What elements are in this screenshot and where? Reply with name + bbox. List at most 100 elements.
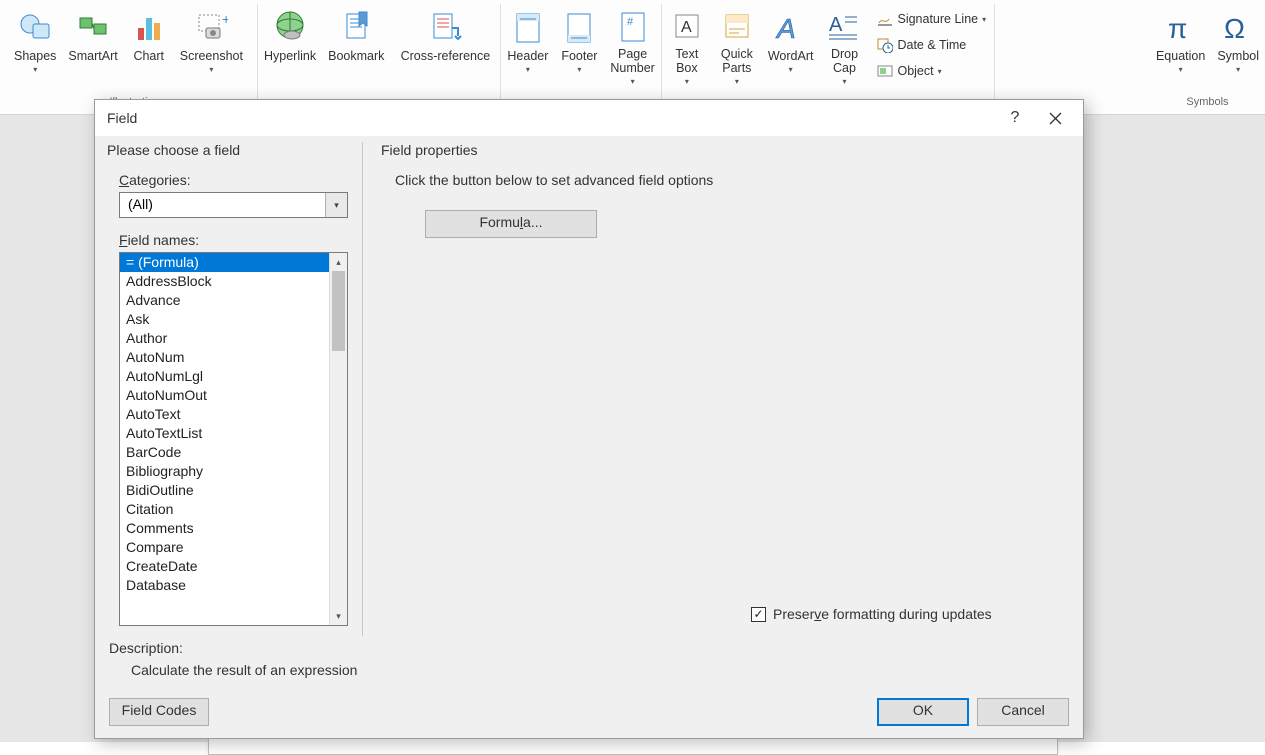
description-label: Description: [109,640,869,656]
header-button[interactable]: Header ▾ [501,4,554,88]
pagenumber-button[interactable]: # Page Number ▾ [604,4,660,88]
hyperlink-button[interactable]: Hyperlink [258,4,322,88]
shapes-button[interactable]: Shapes ▾ [8,4,62,88]
field-codes-button[interactable]: Field Codes [109,698,209,726]
list-item[interactable]: Compare [120,538,329,557]
quickparts-label: Quick Parts [721,47,753,75]
object-icon [877,63,893,79]
chevron-down-icon: ▾ [1179,65,1183,74]
textbox-label: Text Box [675,47,698,75]
smartart-button[interactable]: SmartArt [62,4,123,88]
list-item[interactable]: Advance [120,291,329,310]
list-item[interactable]: Comments [120,519,329,538]
formula-button[interactable]: Formula... [425,210,597,238]
svg-text:#: # [627,16,634,28]
group-illustrations: Shapes ▾ SmartArt Chart + Screenshot [0,4,258,111]
header-icon [513,7,543,47]
dropcap-button[interactable]: A Drop Cap ▾ [819,4,869,88]
choose-field-panel: Please choose a field Categories: (All) … [107,142,363,636]
hyperlink-label: Hyperlink [264,49,316,63]
datetime-button[interactable]: Date & Time [873,32,990,58]
symbol-button[interactable]: Ω Symbol ▾ [1211,4,1265,88]
chevron-down-icon: ▾ [789,65,793,74]
list-item[interactable]: AutoNum [120,348,329,367]
screenshot-label: Screenshot [180,49,243,63]
crossref-button[interactable]: Cross-reference [390,4,500,88]
fieldnames-list[interactable]: = (Formula)AddressBlockAdvanceAskAuthorA… [119,252,348,626]
list-item[interactable]: AutoText [120,405,329,424]
crossref-label: Cross-reference [401,49,491,63]
fieldnames-label: Field names: [119,232,348,248]
svg-text:+: + [222,11,228,27]
description-text: Calculate the result of an expression [131,662,869,678]
help-button[interactable]: ? [995,103,1035,133]
close-button[interactable] [1035,103,1075,133]
categories-combo[interactable]: (All) ▾ [119,192,348,218]
equation-button[interactable]: π Equation ▾ [1150,4,1211,88]
preserve-checkbox[interactable]: ✓ [751,607,766,622]
list-item[interactable]: AutoNumLgl [120,367,329,386]
datetime-label: Date & Time [897,38,966,52]
chevron-down-icon: ▾ [735,77,739,86]
properties-heading: Field properties [381,142,1071,158]
smartart-icon [76,7,110,47]
list-item[interactable]: Database [120,576,329,595]
dialog-bottom: Description: Calculate the result of an … [95,636,1083,738]
list-item[interactable]: BidiOutline [120,481,329,500]
scrollbar[interactable]: ▴ ▾ [329,253,347,625]
chevron-down-icon: ▾ [1236,65,1240,74]
crossref-icon [428,7,462,47]
svg-text:Ω: Ω [1224,13,1245,44]
dropcap-label: Drop Cap [831,47,858,75]
shapes-label: Shapes [14,49,56,63]
close-icon [1049,112,1062,125]
cancel-button[interactable]: Cancel [977,698,1069,726]
svg-text:A: A [681,19,692,36]
ok-button[interactable]: OK [877,698,969,726]
textbox-icon: A [672,7,702,45]
pagenumber-label: Page Number [610,47,654,75]
preserve-label[interactable]: Preserve formatting during updates [773,606,992,622]
list-item[interactable]: Bibliography [120,462,329,481]
list-item[interactable]: AutoTextList [120,424,329,443]
chevron-down-icon: ▾ [685,77,689,86]
list-item[interactable]: = (Formula) [120,253,329,272]
shapes-icon [18,7,52,47]
chevron-down-icon[interactable]: ▾ [325,193,347,217]
list-item[interactable]: Ask [120,310,329,329]
quickparts-icon [722,7,752,45]
properties-instruction: Click the button below to set advanced f… [395,172,1071,188]
list-item[interactable]: Author [120,329,329,348]
smartart-label: SmartArt [68,49,117,63]
signature-icon [877,11,893,27]
screenshot-button[interactable]: + Screenshot ▾ [174,4,249,88]
signatureline-label: Signature Line [897,12,978,26]
signatureline-button[interactable]: Signature Line ▾ [873,6,990,32]
footer-label: Footer [561,49,597,63]
wordart-button[interactable]: A WordArt ▾ [762,4,820,88]
field-dialog: Field ? Please choose a field Categories… [94,99,1084,739]
pagenumber-icon: # [618,7,648,45]
chevron-down-icon: ▾ [577,65,581,74]
textbox-button[interactable]: A Text Box ▾ [662,4,712,88]
wordart-label: WordArt [768,49,814,63]
chevron-down-icon: ▾ [938,67,942,76]
categories-value: (All) [120,193,325,217]
object-button[interactable]: Object ▾ [873,58,990,84]
scroll-up-icon[interactable]: ▴ [330,253,347,271]
footer-button[interactable]: Footer ▾ [554,4,604,88]
scroll-thumb[interactable] [332,271,345,351]
list-item[interactable]: AddressBlock [120,272,329,291]
list-item[interactable]: Citation [120,500,329,519]
chart-button[interactable]: Chart [124,4,174,88]
scroll-down-icon[interactable]: ▾ [330,607,347,625]
list-item[interactable]: CreateDate [120,557,329,576]
svg-text:A: A [829,14,843,36]
list-item[interactable]: BarCode [120,443,329,462]
list-item[interactable]: AutoNumOut [120,386,329,405]
quickparts-button[interactable]: Quick Parts ▾ [712,4,762,88]
bookmark-button[interactable]: Bookmark [322,4,390,88]
equation-icon: π [1164,7,1198,47]
footer-icon [564,7,594,47]
group-label-symbols: Symbols [1150,94,1265,111]
